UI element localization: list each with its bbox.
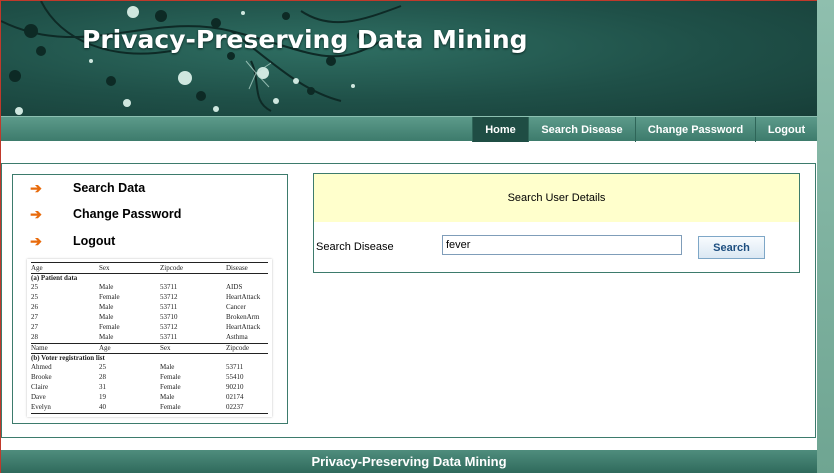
table-cell: Female xyxy=(160,403,181,411)
table-cell: 40 xyxy=(99,403,106,411)
search-disease-input[interactable] xyxy=(442,235,682,255)
data-table-image: Age Sex Zipcode Disease (a) Patient data… xyxy=(27,259,272,417)
table-header-row: Name Age Sex Zipcode xyxy=(31,344,268,353)
table-row: 25 Male 53711 AIDS xyxy=(31,283,268,292)
table-cell: Claire xyxy=(31,383,49,391)
table-cell: 02237 xyxy=(226,403,244,411)
table-cell: Cancer xyxy=(226,303,246,311)
sidebar-item-search-data[interactable]: ➔ Search Data xyxy=(27,179,145,196)
arrow-right-icon: ➔ xyxy=(30,205,42,222)
sidebar-item-label: Change Password xyxy=(73,207,182,221)
table-cell: 26 xyxy=(31,303,38,311)
table-header: Zipcode xyxy=(160,264,183,272)
sidebar-item-label: Search Data xyxy=(73,181,146,195)
table-cell: Asthma xyxy=(226,333,248,341)
search-button[interactable]: Search xyxy=(698,236,765,259)
table-cell: Ahmed xyxy=(31,363,52,371)
nav-logout[interactable]: Logout xyxy=(755,117,817,142)
nav-change-password[interactable]: Change Password xyxy=(635,117,755,142)
table-cell: Male xyxy=(99,283,114,291)
table-cell: HeartAttack xyxy=(226,293,261,301)
table-row: Brooke 28 Female 55410 xyxy=(31,373,268,382)
nav-home[interactable]: Home xyxy=(472,117,528,142)
search-panel: Search User Details Search Disease Searc… xyxy=(313,173,800,273)
table-cell: 28 xyxy=(99,373,106,381)
table-row: 25 Female 53712 HeartAttack xyxy=(31,293,268,302)
table-cell: 53712 xyxy=(160,323,178,331)
sidebar-item-label: Logout xyxy=(73,234,116,248)
table-rule xyxy=(31,413,268,414)
table-row: 27 Male 53710 BrokenArm xyxy=(31,313,268,322)
table-cell: Male xyxy=(160,363,175,371)
table-cell: Male xyxy=(99,333,114,341)
table-row: Evelyn 40 Female 02237 xyxy=(31,403,268,412)
table-cell: 27 xyxy=(31,313,38,321)
table-cell: 19 xyxy=(99,393,106,401)
table-row: 28 Male 53711 Asthma xyxy=(31,333,268,342)
table-cell: Male xyxy=(99,313,114,321)
table-cell: 28 xyxy=(31,333,38,341)
site-header: Privacy-Preserving Data Mining xyxy=(1,1,817,116)
table-cell: BrokenArm xyxy=(226,313,260,321)
table-cell: 27 xyxy=(31,323,38,331)
table-cell: 25 xyxy=(99,363,106,371)
table-row: Claire 31 Female 90210 xyxy=(31,383,268,392)
table-cell: 53711 xyxy=(226,363,244,371)
table-cell: Female xyxy=(160,373,181,381)
table-cell: Evelyn xyxy=(31,403,51,411)
table-caption: (b) Voter registration list xyxy=(31,354,105,362)
table-cell: 25 xyxy=(31,283,38,291)
search-disease-label: Search Disease xyxy=(316,241,394,253)
table-row: Ahmed 25 Male 53711 xyxy=(31,363,268,372)
table-header-row: Age Sex Zipcode Disease xyxy=(31,264,268,273)
table-cell: 53711 xyxy=(160,333,178,341)
table-cell: Male xyxy=(160,393,175,401)
table-header: Age xyxy=(31,264,43,272)
table-cell: 53710 xyxy=(160,313,178,321)
table-cell: 53711 xyxy=(160,283,178,291)
table-header: Age xyxy=(99,344,111,352)
table-row: Dave 19 Male 02174 xyxy=(31,393,268,402)
table-row: 27 Female 53712 HeartAttack xyxy=(31,323,268,332)
table-cell: Brooke xyxy=(31,373,52,381)
table-cell: AIDS xyxy=(226,283,243,291)
table-cell: Female xyxy=(160,383,181,391)
site-footer: Privacy-Preserving Data Mining xyxy=(1,450,817,473)
table-cell: Dave xyxy=(31,393,46,401)
table-header: Zipcode xyxy=(226,344,249,352)
table-row: 26 Male 53711 Cancer xyxy=(31,303,268,312)
table-cell: 90210 xyxy=(226,383,244,391)
search-panel-title: Search User Details xyxy=(314,174,799,222)
sidebar-item-change-password[interactable]: ➔ Change Password xyxy=(27,205,181,222)
table-header: Name xyxy=(31,344,48,352)
table-cell: HeartAttack xyxy=(226,323,261,331)
top-nav: Home Search Disease Change Password Logo… xyxy=(1,116,817,142)
table-caption: (a) Patient data xyxy=(31,274,78,282)
table-rule xyxy=(31,262,268,263)
arrow-right-icon: ➔ xyxy=(30,232,42,249)
table-cell: 53711 xyxy=(160,303,178,311)
site-title: Privacy-Preserving Data Mining xyxy=(82,25,528,54)
sidebar-item-logout[interactable]: ➔ Logout xyxy=(27,232,115,249)
nav-search-disease[interactable]: Search Disease xyxy=(528,117,635,142)
table-cell: 02174 xyxy=(226,393,244,401)
right-edge-bar xyxy=(817,0,834,473)
table-cell: 31 xyxy=(99,383,106,391)
table-header: Sex xyxy=(99,264,110,272)
arrow-right-icon: ➔ xyxy=(30,179,42,196)
table-cell: 55410 xyxy=(226,373,244,381)
table-cell: Female xyxy=(99,293,120,301)
table-cell: 53712 xyxy=(160,293,178,301)
table-cell: Male xyxy=(99,303,114,311)
table-header: Sex xyxy=(160,344,171,352)
table-cell: 25 xyxy=(31,293,38,301)
table-header: Disease xyxy=(226,264,248,272)
table-cell: Female xyxy=(99,323,120,331)
header-decoration xyxy=(1,1,402,115)
